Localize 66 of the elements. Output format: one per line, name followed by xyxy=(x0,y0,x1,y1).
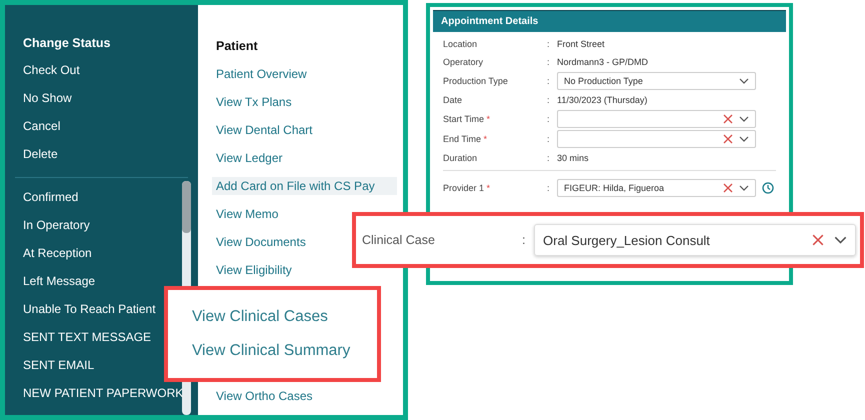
chevron-down-icon[interactable] xyxy=(739,78,749,84)
field-label: Operatory xyxy=(443,57,484,67)
field-value: 30 mins xyxy=(557,153,590,163)
field-value: Nordmann3 - GP/DMD xyxy=(557,57,650,67)
chevron-down-icon[interactable] xyxy=(739,116,749,122)
select-field[interactable] xyxy=(557,110,756,128)
colon: : xyxy=(547,95,551,105)
status-option[interactable]: Unable To Reach Patient xyxy=(23,301,156,317)
field-value: Front Street xyxy=(557,39,606,49)
field-label: Date xyxy=(443,95,464,105)
clinical-link[interactable]: View Clinical Cases xyxy=(192,308,377,326)
field-value: 11/30/2023 (Thursday) xyxy=(557,95,648,105)
required-mark: * xyxy=(484,134,488,144)
select-field[interactable] xyxy=(557,130,756,148)
patient-link[interactable]: View Dental Chart xyxy=(212,121,316,139)
status-option[interactable]: SENT TEXT MESSAGE xyxy=(23,329,152,345)
required-mark: * xyxy=(486,183,490,193)
colon: : xyxy=(547,153,551,163)
select-field[interactable]: FIGEUR: Hilda, Figueroa xyxy=(557,179,756,197)
patient-link[interactable]: Add Card on File with CS Pay xyxy=(212,177,397,195)
colon: : xyxy=(547,134,551,144)
status-option[interactable]: SENT EMAIL xyxy=(23,357,94,373)
patient-link[interactable]: View Eligibility xyxy=(212,261,296,279)
chevron-down-icon[interactable] xyxy=(739,185,749,191)
clear-icon[interactable] xyxy=(812,234,824,246)
colon: : xyxy=(547,183,551,193)
colon: : xyxy=(522,233,526,247)
field-label: Start Time * xyxy=(443,114,492,124)
clock-icon[interactable] xyxy=(762,182,774,194)
clear-icon[interactable] xyxy=(723,114,733,124)
menu-heading: Patient xyxy=(216,39,259,53)
colon: : xyxy=(547,114,551,124)
clinical-link[interactable]: View Clinical Summary xyxy=(192,342,377,360)
required-mark: * xyxy=(486,114,490,124)
status-option[interactable]: Confirmed xyxy=(23,189,78,205)
patient-link[interactable]: View Documents xyxy=(212,233,310,251)
field-label: Production Type xyxy=(443,76,509,86)
patient-link[interactable]: View Ortho Cases xyxy=(212,387,316,405)
colon: : xyxy=(547,39,551,49)
clear-icon[interactable] xyxy=(723,183,733,193)
status-action[interactable]: Cancel xyxy=(23,118,60,134)
clear-icon[interactable] xyxy=(723,134,733,144)
patient-link[interactable]: View Ledger xyxy=(212,149,286,167)
patient-link[interactable]: Patient Overview xyxy=(212,65,311,83)
select-field[interactable]: No Production Type xyxy=(557,72,756,90)
field-label: Clinical Case xyxy=(362,233,436,247)
status-action[interactable]: No Show xyxy=(23,90,72,106)
status-action[interactable]: Delete xyxy=(23,146,58,162)
chevron-down-icon[interactable] xyxy=(739,136,749,142)
status-action[interactable]: Check Out xyxy=(23,62,80,78)
colon: : xyxy=(547,57,551,67)
chevron-down-icon[interactable] xyxy=(834,236,847,244)
field-label: End Time * xyxy=(443,134,488,144)
field-label: Location xyxy=(443,39,478,49)
patient-link[interactable]: View Memo xyxy=(212,205,282,223)
patient-link[interactable]: View Tx Plans xyxy=(212,93,296,111)
colon: : xyxy=(547,76,551,86)
field-label: Provider 1 * xyxy=(443,183,492,193)
menu-heading: Change Status xyxy=(23,36,112,50)
field-label: Duration xyxy=(443,153,478,163)
panel-header: Appointment Details xyxy=(433,10,786,32)
status-option[interactable]: NEW PATIENT PAPERWORK xyxy=(23,385,184,401)
status-option[interactable]: Left Message xyxy=(23,273,96,289)
status-option[interactable]: In Operatory xyxy=(23,217,90,233)
select-field[interactable]: Oral Surgery_Lesion Consult xyxy=(534,224,856,256)
status-option[interactable]: At Reception xyxy=(23,245,92,261)
